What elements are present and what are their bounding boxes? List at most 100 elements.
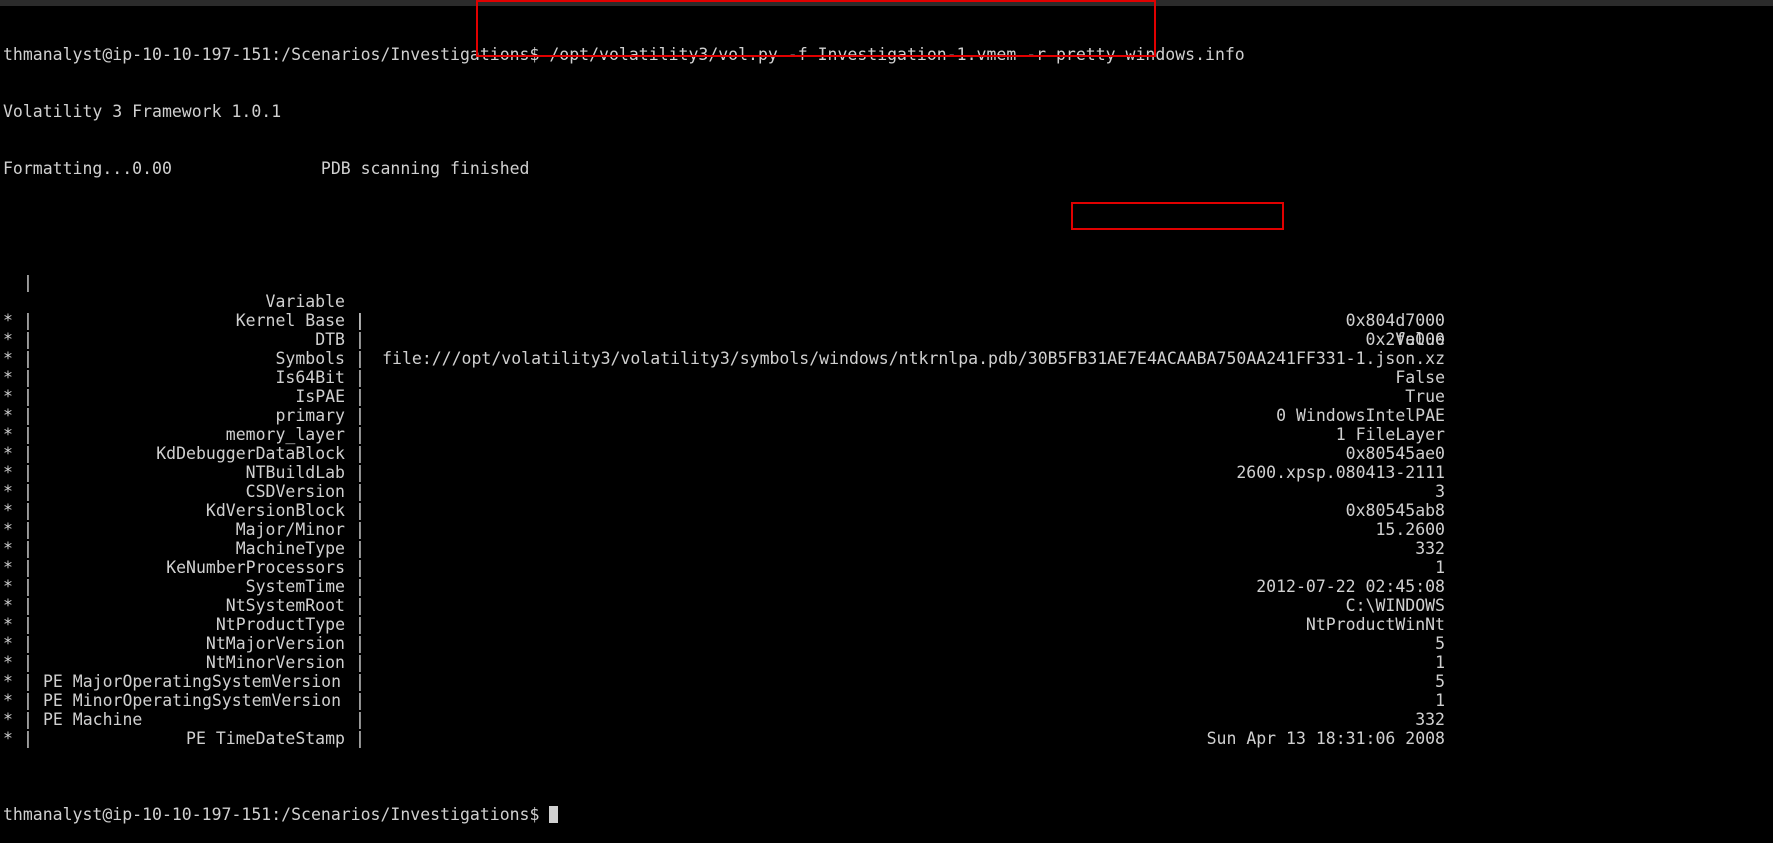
table-row: * | NtMinorVersion | 1 <box>3 653 1453 672</box>
table-row: * | Symbols | file:///opt/volatility3/volati… <box>3 349 1453 368</box>
value-cell: 0x80545ab8 <box>1345 501 1445 520</box>
column-separator: | <box>23 273 33 292</box>
value-cell: 0 WindowsIntelPAE <box>1276 406 1445 425</box>
row-star: * <box>3 425 13 444</box>
row-star: * <box>3 729 13 748</box>
value-cell: False <box>1395 368 1445 387</box>
value-cell: 2012-07-22 02:45:08 <box>1256 577 1445 596</box>
column-separator: | <box>355 311 365 330</box>
column-separator: | <box>23 463 33 482</box>
value-cell: 332 <box>1415 539 1445 558</box>
variable-cell: DTB <box>315 330 345 349</box>
table-row: * | NTBuildLab | 2600.xpsp.080413-2111 <box>3 463 1453 482</box>
column-separator: | <box>23 710 33 729</box>
table-row: * | NtMajorVersion | 5 <box>3 634 1453 653</box>
row-star: * <box>3 558 13 577</box>
column-separator: | <box>355 539 365 558</box>
value-cell: 0x80545ae0 <box>1345 444 1445 463</box>
variable-column-header: Variable <box>265 292 345 311</box>
row-star: * <box>3 634 13 653</box>
variable-cell: PE Machine <box>43 710 143 729</box>
row-star: * <box>3 710 13 729</box>
terminal-output[interactable]: thmanalyst@ip-10-10-197-151:/Scenarios/I… <box>3 7 1453 843</box>
table-row: * | PE MajorOperatingSystemVersion | 5 <box>3 672 1453 691</box>
table-row: * | MachineType | 332 <box>3 539 1453 558</box>
column-separator: | <box>355 349 365 368</box>
row-star: * <box>3 615 13 634</box>
value-cell: 15.2600 <box>1375 520 1445 539</box>
row-star: * <box>3 501 13 520</box>
column-separator: | <box>355 406 365 425</box>
column-separator: | <box>23 653 33 672</box>
variable-cell: IsPAE <box>295 387 345 406</box>
table-row: * | KdDebuggerDataBlock | 0x80545ae0 <box>3 444 1453 463</box>
variable-cell: PE MajorOperatingSystemVersion <box>43 672 342 691</box>
column-separator: | <box>355 577 365 596</box>
ntbuildlab-highlight-box <box>1071 202 1284 230</box>
column-separator: | <box>23 729 33 748</box>
table-header: | Variable | Value <box>3 235 1453 349</box>
row-star: * <box>3 539 13 558</box>
value-cell: Sun Apr 13 18:31:06 2008 <box>1206 729 1445 748</box>
table-row: * | Is64Bit | False <box>3 368 1453 387</box>
value-cell: 5 <box>1435 634 1445 653</box>
value-cell: C:\WINDOWS <box>1345 596 1445 615</box>
info-table-body: * | Kernel Base | 0x804d7000 * | DTB | 0x2fe000 * |… <box>3 311 1453 748</box>
column-separator: | <box>23 482 33 501</box>
column-separator: | <box>355 330 365 349</box>
variable-cell: memory_layer <box>225 425 345 444</box>
column-separator: | <box>23 406 33 425</box>
column-separator: | <box>355 558 365 577</box>
column-separator: | <box>355 501 365 520</box>
column-separator: | <box>355 729 365 748</box>
variable-cell: PE MinorOperatingSystemVersion <box>43 691 342 710</box>
variable-cell: NtProductType <box>215 615 345 634</box>
row-star: * <box>3 596 13 615</box>
progress-line: Formatting...0.00 PDB scanning finished <box>3 159 530 178</box>
column-separator: | <box>355 615 365 634</box>
value-cell: 5 <box>1435 672 1445 691</box>
column-separator: | <box>23 349 33 368</box>
row-star: * <box>3 520 13 539</box>
column-separator: | <box>355 387 365 406</box>
table-row: * | memory_layer | 1 FileLayer <box>3 425 1453 444</box>
shell-prompt: thmanalyst@ip-10-10-197-151:/Scenarios/I… <box>3 805 540 824</box>
column-separator: | <box>355 710 365 729</box>
table-row: * | PE TimeDateStamp | Sun Apr 13 18:31:06 2… <box>3 729 1453 748</box>
variable-cell: MachineType <box>235 539 345 558</box>
table-row: * | DTB | 0x2fe000 <box>3 330 1453 349</box>
column-separator: | <box>355 520 365 539</box>
column-separator: | <box>23 634 33 653</box>
column-separator: | <box>355 368 365 387</box>
value-cell: 0x2fe000 <box>1365 330 1445 349</box>
column-separator: | <box>23 558 33 577</box>
column-separator: | <box>355 691 365 710</box>
variable-cell: KdDebuggerDataBlock <box>156 444 345 463</box>
value-cell: 1 <box>1435 558 1445 577</box>
row-star: * <box>3 311 13 330</box>
column-separator: | <box>23 615 33 634</box>
value-cell: 3 <box>1435 482 1445 501</box>
final-prompt-line[interactable]: thmanalyst@ip-10-10-197-151:/Scenarios/I… <box>3 805 1453 824</box>
table-row: * | primary | 0 WindowsIntelPAE <box>3 406 1453 425</box>
row-star: * <box>3 406 13 425</box>
table-row: * | PE Machine | 332 <box>3 710 1453 729</box>
column-separator: | <box>355 463 365 482</box>
table-row: * | Kernel Base | 0x804d7000 <box>3 311 1453 330</box>
row-star <box>3 254 13 273</box>
column-separator: | <box>23 520 33 539</box>
value-cell: 1 FileLayer <box>1335 425 1445 444</box>
table-row: * | NtSystemRoot | C:\WINDOWS <box>3 596 1453 615</box>
row-star: * <box>3 349 13 368</box>
variable-cell: NtSystemRoot <box>225 596 345 615</box>
variable-cell: KdVersionBlock <box>205 501 345 520</box>
variable-cell: PE TimeDateStamp <box>186 729 345 748</box>
variable-cell: CSDVersion <box>245 482 345 501</box>
command-highlight-box <box>476 0 1156 57</box>
table-row: * | IsPAE | True <box>3 387 1453 406</box>
table-row: * | NtProductType | NtProductWinNt <box>3 615 1453 634</box>
value-cell: file:///opt/volatility3/volatility3/symb… <box>382 349 1445 368</box>
column-separator: | <box>23 577 33 596</box>
variable-cell: SystemTime <box>245 577 345 596</box>
shell-prompt: thmanalyst@ip-10-10-197-151:/Scenarios/I… <box>3 45 540 64</box>
